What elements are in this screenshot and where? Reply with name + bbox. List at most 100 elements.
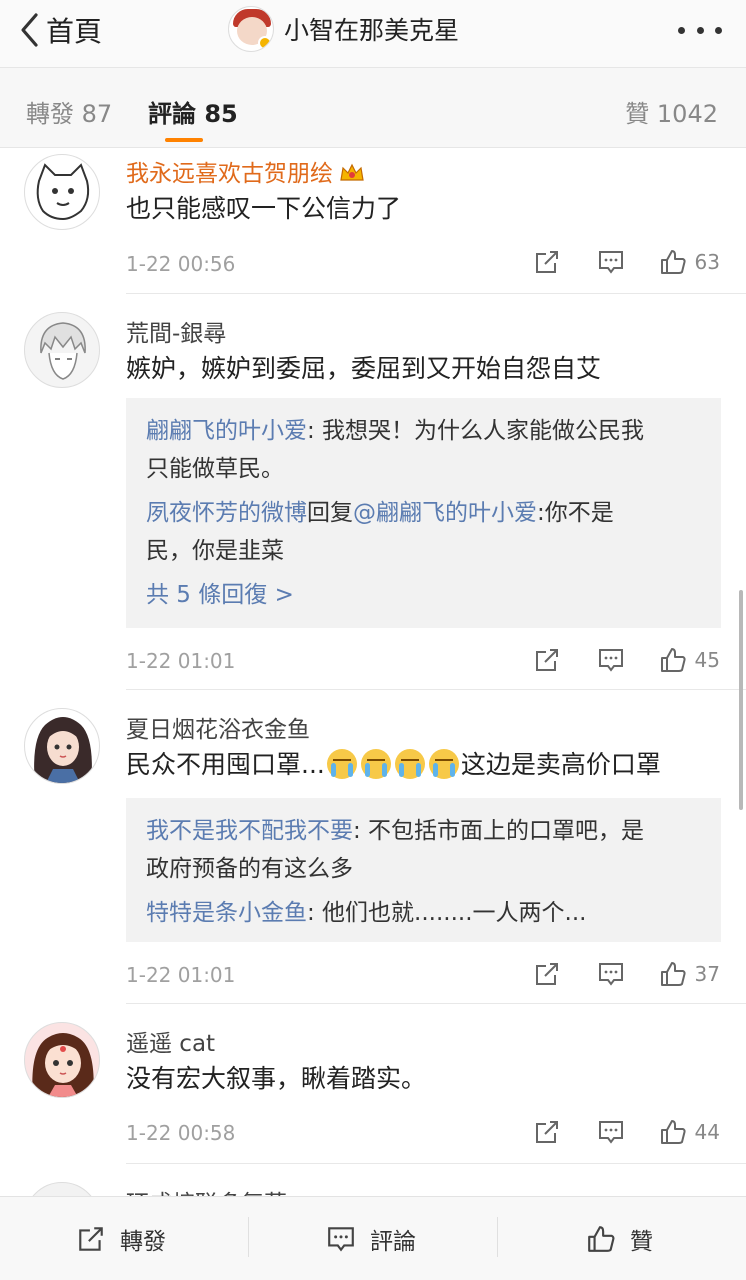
avatar[interactable] (24, 708, 100, 784)
comment-icon (598, 649, 623, 672)
more-options-icon[interactable] (678, 20, 722, 40)
mention-link[interactable]: @翩翩飞的叶小爱 (353, 500, 537, 526)
reply-username[interactable]: 我不是我不配我不要 (146, 818, 353, 844)
reply-item: 翩翩飞的叶小爱: 我想哭！为什么人家能做公民我 (146, 418, 645, 444)
reply-button[interactable] (597, 248, 625, 276)
tab-comments[interactable]: 評論 85 (148, 94, 238, 129)
top-nav-bar: 首頁 小智在那美克星 (0, 0, 746, 68)
crying-emoji-icon (360, 749, 391, 779)
reply-item: 我不是我不配我不要: 不包括市面上的口罩吧，是 (146, 818, 645, 844)
scrollbar[interactable] (739, 590, 743, 810)
comment-item: 我永远喜欢古贺朋绘 也只能感叹一下公信力了 1-22 00:56 63 (0, 148, 746, 294)
like-count: 63 (694, 250, 720, 274)
like-count: 44 (694, 1120, 720, 1144)
avatar[interactable] (24, 1182, 100, 1196)
thumbs-up-icon (588, 1226, 615, 1252)
comment-actions: 45 (533, 644, 720, 676)
crying-emoji-icon (326, 749, 357, 779)
share-button[interactable] (533, 960, 561, 988)
reply-item: 特特是条小金鱼: 他们也就........一人两个... (146, 900, 587, 926)
verified-badge-icon (258, 36, 272, 50)
tab-repost[interactable]: 轉發 87 (26, 94, 112, 129)
more-replies-link[interactable]: 共 5 條回復 > (146, 576, 701, 614)
share-icon (535, 1121, 558, 1143)
repost-label: 轉發 (120, 1229, 166, 1255)
share-button[interactable] (533, 646, 561, 674)
comment-username[interactable]: 夏日烟花浴衣金鱼 (126, 710, 310, 744)
comment-item: 环成熔联多复菜 (0, 1164, 746, 1196)
comment-icon (598, 963, 623, 986)
reply-item: 夙夜怀芳的微博回复@翩翩飞的叶小爱:你不是 (146, 500, 614, 526)
bottom-action-bar: 轉發 評論 贊 (0, 1196, 746, 1280)
back-label: 首頁 (46, 15, 103, 48)
thumbs-up-icon (660, 1120, 686, 1144)
post-author[interactable]: 小智在那美克星 (228, 6, 459, 52)
avatar[interactable] (24, 312, 100, 388)
comment-icon (598, 1121, 623, 1144)
comment-username[interactable]: 环成熔联多复菜 (126, 1184, 287, 1196)
reply-preview-box[interactable]: 翩翩飞的叶小爱: 我想哭！为什么人家能做公民我 只能做草民。 夙夜怀芳的微博回复… (126, 398, 721, 628)
share-icon (535, 649, 558, 671)
comment-username[interactable]: 我永远喜欢古贺朋绘 (126, 154, 365, 188)
comment-icon (598, 251, 623, 274)
comment-item: 遥遥 cat 没有宏大叙事，瞅着踏实。 1-22 00:58 44 (0, 1004, 746, 1164)
share-icon (79, 1227, 103, 1251)
share-button[interactable] (533, 248, 561, 276)
reply-preview-box[interactable]: 我不是我不配我不要: 不包括市面上的口罩吧，是 政府预备的有这么多 特特是条小金… (126, 798, 721, 942)
like-button[interactable]: 贊 (586, 1223, 653, 1255)
comment-time: 1-22 00:58 (126, 1121, 236, 1145)
reply-button[interactable] (597, 1118, 625, 1146)
back-button[interactable]: 首頁 (18, 10, 102, 50)
reply-button[interactable] (597, 646, 625, 674)
thumbs-up-icon (660, 648, 686, 672)
comment-icon (328, 1227, 354, 1252)
comment-item: 夏日烟花浴衣金鱼 民众不用囤口罩... 这边是卖高价口罩 我不是我不配我不要: 不… (0, 690, 746, 1004)
reply-text: 政府预备的有这么多 (146, 856, 353, 882)
comment-actions: 44 (533, 1116, 720, 1148)
comment-time: 1-22 00:56 (126, 252, 236, 276)
chevron-left-icon (21, 13, 38, 47)
comment-text: 民众不用囤口罩... 这边是卖高价口罩 (126, 749, 661, 779)
crying-emoji-icon (394, 749, 425, 779)
repost-button[interactable]: 轉發 (76, 1223, 166, 1255)
reply-text: 民，你是韭菜 (146, 538, 284, 564)
page-title: 小智在那美克星 (284, 16, 460, 45)
comment-username[interactable]: 遥遥 cat (126, 1024, 215, 1058)
like-button[interactable]: 63 (659, 248, 720, 276)
comment-time: 1-22 01:01 (126, 963, 236, 987)
thumbs-up-icon (660, 250, 686, 274)
avatar[interactable] (24, 154, 100, 230)
reply-username[interactable]: 夙夜怀芳的微博 (146, 500, 307, 526)
comment-label: 評論 (370, 1229, 416, 1255)
avatar[interactable] (24, 1022, 100, 1098)
comment-text: 嫉妒，嫉妒到委屈，委屈到又开始自怨自艾 (126, 354, 602, 383)
crying-emoji-icon (428, 749, 459, 779)
share-icon (535, 251, 558, 273)
tab-bar: 轉發 87 評論 85 贊 1042 (0, 68, 746, 148)
comment-text: 没有宏大叙事，瞅着踏实。 (126, 1064, 427, 1093)
comment-actions: 37 (533, 958, 720, 990)
crown-badge-icon (340, 163, 364, 181)
comment-time: 1-22 01:01 (126, 649, 236, 673)
comment-button[interactable]: 評論 (326, 1223, 416, 1255)
reply-text: 只能做草民。 (146, 456, 284, 482)
like-button[interactable]: 44 (659, 1118, 720, 1146)
author-avatar[interactable] (228, 6, 274, 52)
like-button[interactable]: 45 (659, 646, 720, 674)
comment-actions: 63 (533, 246, 720, 278)
like-label: 贊 (630, 1229, 653, 1255)
reply-button[interactable] (597, 960, 625, 988)
tab-likes[interactable]: 贊 1042 (625, 94, 718, 129)
share-icon (535, 963, 558, 985)
comment-item: 荒間-銀尋 嫉妒，嫉妒到委屈，委屈到又开始自怨自艾 翩翩飞的叶小爱: 我想哭！为… (0, 294, 746, 690)
reply-username[interactable]: 特特是条小金鱼 (146, 900, 307, 926)
like-button[interactable]: 37 (659, 960, 720, 988)
like-count: 37 (694, 962, 720, 986)
thumbs-up-icon (660, 962, 686, 986)
comment-username[interactable]: 荒間-銀尋 (126, 314, 226, 348)
reply-username[interactable]: 翩翩飞的叶小爱 (146, 418, 307, 444)
share-button[interactable] (533, 1118, 561, 1146)
divider (248, 1217, 249, 1257)
comment-text: 也只能感叹一下公信力了 (126, 194, 402, 223)
like-count: 45 (694, 648, 720, 672)
